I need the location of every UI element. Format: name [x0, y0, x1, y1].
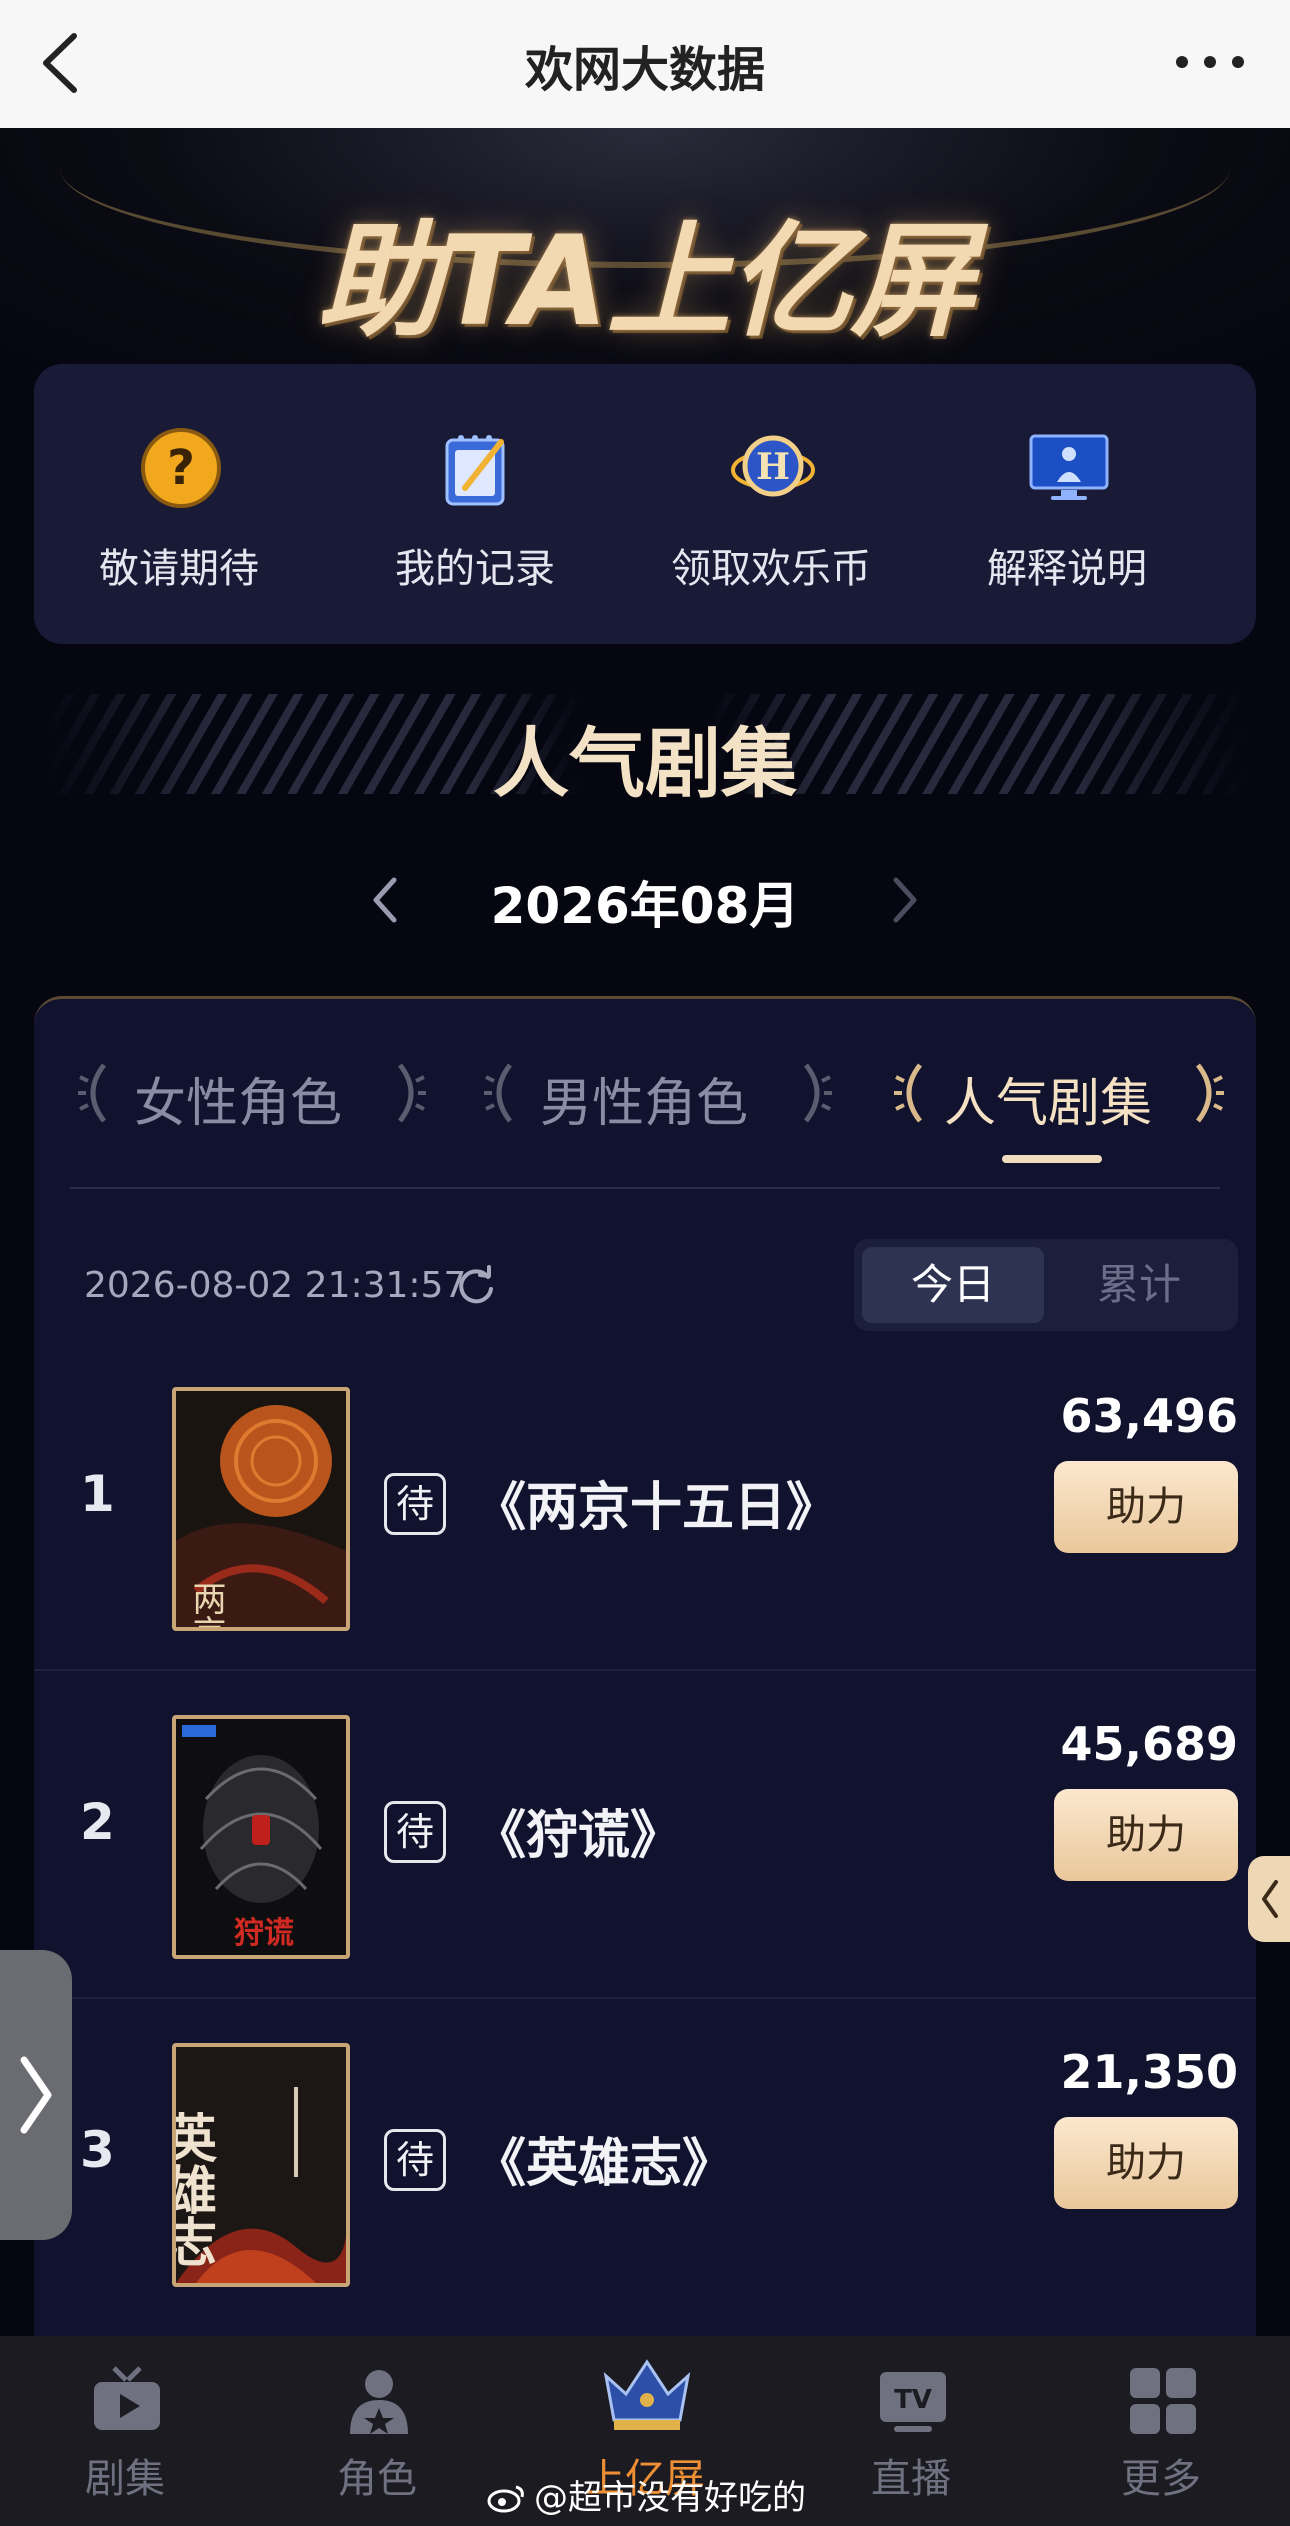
rank-number: 1	[80, 1465, 115, 1523]
menu-item-label: 敬请期待	[99, 546, 259, 592]
laurel-right-icon	[1195, 1063, 1224, 1123]
vote-count: 45,689	[1060, 1717, 1238, 1771]
refresh-icon[interactable]	[454, 1263, 498, 1307]
toggle-total[interactable]: 累计	[1048, 1247, 1230, 1323]
person-star-icon	[350, 2370, 408, 2434]
laurel-left-icon	[894, 1063, 923, 1123]
tv-live-icon-text: TV	[894, 2385, 932, 2415]
monitor-icon	[1029, 434, 1109, 500]
watermark-text: @超市没有好吃的	[534, 2478, 806, 2518]
hero-banner: 助TA上亿屏	[0, 128, 1290, 368]
series-name[interactable]: 《英雄志》	[474, 2121, 734, 2196]
menu-item-label: 解释说明	[987, 546, 1147, 592]
tab-label: 直播	[871, 2456, 951, 2502]
tab-label: 男性角色	[540, 1074, 749, 1134]
ranking-row: 1 两京十五日 待 《两京十五日》 63,496 助力	[34, 1343, 1256, 1671]
laurel-left-icon	[78, 1063, 107, 1123]
series-poster[interactable]: 狩谎	[172, 1715, 350, 1959]
poster-image-liangjing: 两京十五日	[176, 1391, 346, 1627]
tabs-divider	[70, 1187, 1220, 1189]
vote-count: 63,496	[1060, 1389, 1238, 1443]
tab-series[interactable]: 剧集	[0, 2336, 250, 2526]
section-title: 人气剧集	[493, 719, 797, 808]
menu-item-claim-coins[interactable]: H 领取欢乐币	[626, 364, 916, 644]
ranking-row: 3 英雄志 待 《英雄志》 21,350 助力	[34, 1999, 1256, 2327]
update-timestamp: 2026-08-02 21:31:57	[84, 1265, 467, 1306]
tv-play-icon	[94, 2366, 160, 2430]
ranking-card: 女性角色 男性角色 人气剧集 2026-08-02 21:31:57 今日 累计…	[34, 996, 1256, 2396]
notebook-icon	[445, 435, 505, 506]
page-title: 欢网大数据	[524, 42, 765, 98]
tab-roles[interactable]: 角色	[252, 2336, 502, 2526]
weibo-logo-icon	[487, 2485, 524, 2513]
laurel-left-icon	[484, 1063, 513, 1123]
poster-image-yingxiongzhi: 英雄志	[176, 2047, 346, 2283]
tab-label: 角色	[337, 2456, 417, 2502]
side-expand-handle[interactable]	[0, 1950, 72, 2240]
svg-text:?: ?	[167, 440, 195, 496]
tv-live-icon: TV	[880, 2372, 946, 2432]
rank-number: 2	[80, 1793, 115, 1851]
chevron-right-icon	[20, 2056, 52, 2134]
tab-female-roles[interactable]: 女性角色	[78, 1061, 438, 1134]
coin-icon: H	[731, 435, 815, 497]
boost-button[interactable]: 助力	[1054, 1461, 1238, 1553]
laurel-right-icon	[397, 1063, 426, 1123]
boost-button[interactable]: 助力	[1054, 1789, 1238, 1881]
tab-label: 人气剧集	[944, 1074, 1153, 1134]
next-month-icon[interactable]	[884, 870, 924, 930]
active-tab-indicator	[1002, 1155, 1102, 1163]
series-poster[interactable]: 两京十五日	[172, 1387, 350, 1631]
menu-item-explanation[interactable]: 解释说明	[922, 364, 1212, 644]
tab-popular-series[interactable]: 人气剧集	[894, 1061, 1234, 1134]
status-badge: 待	[384, 1801, 446, 1863]
toggle-today[interactable]: 今日	[862, 1247, 1044, 1323]
side-collapse-handle[interactable]	[1248, 1856, 1290, 1942]
grid-icon	[1130, 2368, 1196, 2434]
more-options-icon[interactable]	[1170, 30, 1250, 90]
watermark: @超市没有好吃的	[486, 2470, 806, 2519]
tab-live[interactable]: TV 直播	[786, 2336, 1036, 2526]
tab-male-roles[interactable]: 男性角色	[484, 1061, 844, 1134]
poster-title: 两京十五日	[186, 1581, 226, 1627]
poster-title: 狩谎	[234, 1916, 294, 1951]
series-name[interactable]: 《两京十五日》	[474, 1465, 838, 1540]
series-poster[interactable]: 英雄志	[172, 2043, 350, 2287]
chevron-left-icon	[1262, 1880, 1278, 1918]
month-label: 2026年08月	[490, 877, 800, 935]
status-badge: 待	[384, 2129, 446, 2191]
status-badge: 待	[384, 1473, 446, 1535]
menu-item-my-records[interactable]: 我的记录	[330, 364, 620, 644]
rank-number: 3	[80, 2121, 115, 2179]
svg-text:H: H	[756, 446, 790, 488]
laurel-right-icon	[803, 1063, 832, 1123]
quick-menu-card: ? 敬请期待 我的记录 H 领取欢乐币 解释说明	[34, 364, 1256, 644]
meta-row: 2026-08-02 21:31:57 今日 累计	[34, 1239, 1256, 1339]
menu-item-label: 我的记录	[395, 546, 555, 592]
poster-image-shouhuang: 狩谎	[176, 1719, 346, 1955]
period-toggle: 今日 累计	[854, 1239, 1238, 1331]
menu-item-coming-soon[interactable]: ? 敬请期待	[34, 364, 324, 644]
boost-button[interactable]: 助力	[1054, 2117, 1238, 2209]
hero-headline: 助TA上亿屏	[317, 210, 975, 354]
tab-label: 更多	[1121, 2456, 1201, 2502]
category-tabs: 女性角色 男性角色 人气剧集	[34, 999, 1256, 1189]
ranking-row: 2 狩谎 待 《狩谎》 45,689 助力	[34, 1671, 1256, 1999]
menu-item-label: 领取欢乐币	[671, 546, 871, 592]
tab-more[interactable]: 更多	[1036, 2336, 1286, 2526]
month-selector: 2026年08月	[0, 860, 1290, 940]
vote-count: 21,350	[1060, 2045, 1238, 2099]
tab-label: 剧集	[85, 2456, 165, 2502]
section-heading: 人气剧集	[40, 684, 1250, 808]
poster-title: 英雄志	[176, 2111, 217, 2267]
series-name[interactable]: 《狩谎》	[474, 1793, 682, 1868]
tab-label: 女性角色	[134, 1074, 343, 1134]
crown-icon	[603, 2359, 691, 2430]
question-icon: ?	[141, 428, 221, 508]
top-nav-bar: 欢网大数据	[0, 0, 1290, 128]
